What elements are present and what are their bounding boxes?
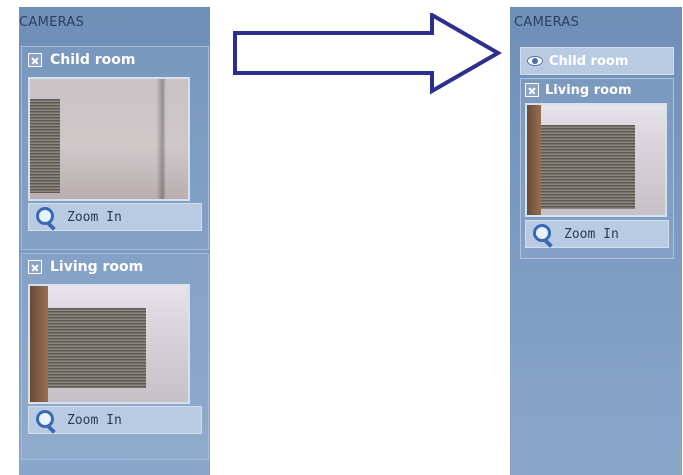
zoom-in-button[interactable]: Zoom In	[28, 203, 202, 231]
cameras-panel-before: CAMERAS Child room Zoom In Living room Z…	[19, 7, 210, 475]
camera-header: Living room	[521, 79, 673, 101]
camera-name: Child room	[50, 52, 136, 68]
camera-header: Living room	[22, 254, 208, 280]
window-blinds	[30, 99, 60, 193]
camera-feed-living-room	[525, 103, 667, 217]
camera-feed-child-room	[28, 77, 190, 201]
camera-feed-living-room	[28, 284, 190, 404]
minimized-camera-child-room[interactable]: Child room	[520, 47, 674, 75]
zoom-in-button[interactable]: Zoom In	[28, 406, 202, 434]
panel-title: CAMERAS	[514, 15, 580, 30]
window-blinds	[541, 125, 635, 209]
camera-card-living-room: Living room Zoom In	[520, 78, 674, 259]
camera-name: Living room	[545, 82, 632, 98]
close-icon[interactable]	[28, 260, 42, 274]
zoom-in-button[interactable]: Zoom In	[525, 220, 669, 248]
camera-card-living-room: Living room Zoom In	[21, 253, 209, 460]
eye-icon[interactable]	[527, 56, 543, 66]
zoom-in-label: Zoom In	[564, 226, 619, 242]
zoom-in-label: Zoom In	[67, 412, 122, 428]
magnifier-icon	[532, 223, 554, 248]
magnifier-icon	[35, 206, 57, 231]
camera-name: Child room	[549, 53, 629, 69]
camera-card-child-room: Child room Zoom In	[21, 46, 209, 250]
camera-name: Living room	[50, 259, 144, 275]
zoom-in-label: Zoom In	[67, 209, 122, 225]
cameras-panel-after: CAMERAS Child room Living room Zoom In	[510, 7, 682, 475]
window-blinds	[48, 308, 146, 388]
magnifier-icon	[35, 409, 57, 434]
close-icon[interactable]	[525, 83, 539, 97]
close-icon[interactable]	[28, 53, 42, 67]
room-wall	[527, 105, 541, 215]
arrow-right-icon	[233, 13, 502, 95]
camera-header: Child room	[22, 47, 208, 73]
room-wall	[30, 286, 48, 402]
panel-title: CAMERAS	[19, 15, 85, 30]
